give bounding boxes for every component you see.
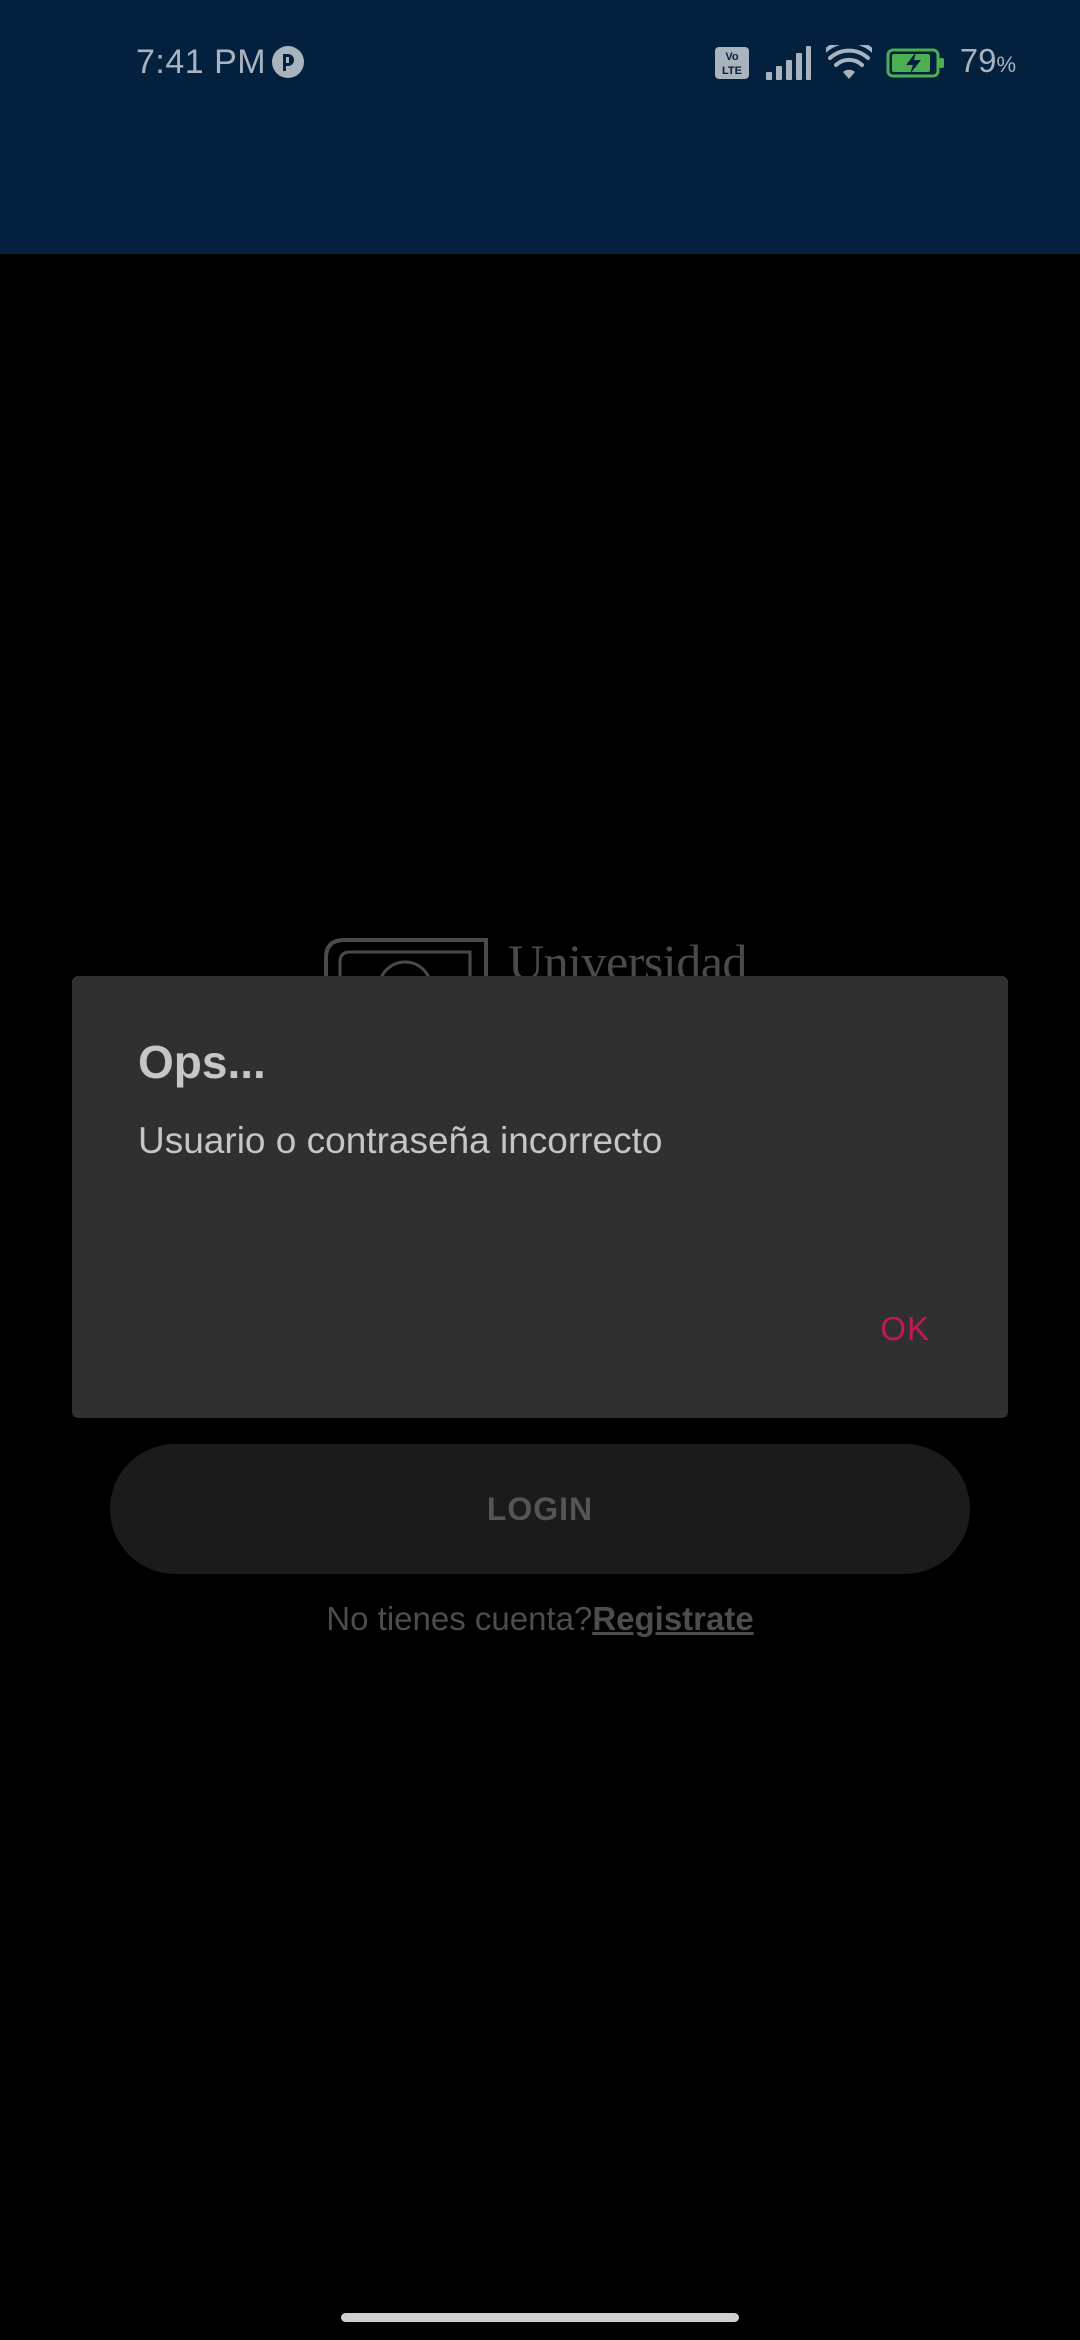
status-time: 7:41 PM	[136, 43, 267, 81]
register-row: No tienes cuenta?Registrate	[0, 1598, 1080, 1640]
login-button[interactable]: LOGIN	[110, 1444, 970, 1574]
volte-icon: Vo LTE	[714, 47, 749, 79]
status-and-app-bar: 7:41 PM Vo LTE 79%	[0, 0, 1080, 254]
login-button-label: LOGIN	[486, 1490, 594, 1527]
home-indicator[interactable]	[341, 2313, 739, 2322]
battery-charging-icon	[886, 48, 944, 78]
register-prompt: No tienes cuenta?	[326, 1600, 593, 1637]
register-link[interactable]: Registrate	[592, 1600, 753, 1637]
status-icons: Vo LTE 79%	[714, 42, 1016, 84]
signal-icon	[765, 46, 811, 80]
error-dialog: Ops... Usuario o contraseña incorrecto O…	[72, 976, 1008, 1418]
dialog-message: Usuario o contraseña incorrecto	[138, 1120, 663, 1161]
battery-percentage: 79%	[959, 42, 1016, 79]
dialog-title: Ops...	[138, 1036, 266, 1088]
wifi-icon	[825, 45, 872, 79]
notification-app-icon	[272, 46, 304, 78]
svg-text:Vo: Vo	[725, 51, 739, 63]
screen: 7:41 PM Vo LTE 79% Universidad LOGIN No …	[0, 0, 1080, 2340]
ok-button[interactable]: OK	[880, 1308, 930, 1350]
svg-text:LTE: LTE	[722, 65, 742, 77]
